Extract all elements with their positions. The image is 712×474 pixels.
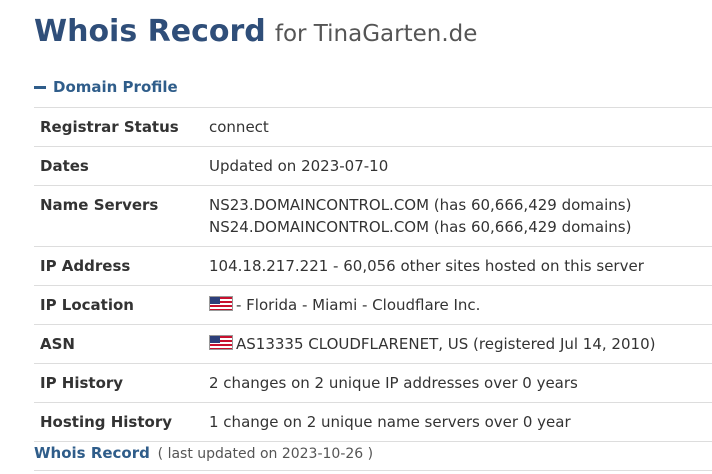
whois-record-updated: ( last updated on 2023-10-26 ) <box>157 446 374 462</box>
row-value: AS13335 CLOUDFLARENET, US (registered Ju… <box>203 324 712 364</box>
name-server-2[interactable]: NS24.DOMAINCONTROL.COM (has 60,666,429 d… <box>209 216 712 238</box>
domain-profile-label: Domain Profile <box>53 78 178 96</box>
ip-address-value[interactable]: 104.18.217.221 - 60,056 other sites host… <box>209 257 644 275</box>
row-label: Dates <box>34 146 203 186</box>
divider <box>34 470 712 471</box>
page-title-domain: for TinaGarten.de <box>274 21 478 47</box>
row-label: Name Servers <box>34 185 203 247</box>
row-value: 104.18.217.221 - 60,056 other sites host… <box>203 246 712 286</box>
us-flag-icon <box>209 335 233 350</box>
table-row: Dates Updated on 2023-07-10 <box>34 146 712 186</box>
name-server-1[interactable]: NS23.DOMAINCONTROL.COM (has 60,666,429 d… <box>209 194 712 216</box>
us-flag-icon <box>209 296 233 311</box>
asn-value: AS13335 CLOUDFLARENET, US (registered Ju… <box>236 335 656 353</box>
table-row: IP History 2 changes on 2 unique IP addr… <box>34 363 712 403</box>
domain-profile-table: Registrar Status connect Dates Updated o… <box>34 107 712 442</box>
hosting-history-value[interactable]: 1 change on 2 unique name servers over 0… <box>209 413 571 431</box>
domain-profile-toggle[interactable]: Domain Profile <box>34 78 178 96</box>
whois-record-header: Whois Record ( last updated on 2023-10-2… <box>34 444 373 462</box>
table-row: IP Location - Florida - Miami - Cloudfla… <box>34 285 712 325</box>
row-value: NS23.DOMAINCONTROL.COM (has 60,666,429 d… <box>203 185 712 247</box>
collapse-minus-icon <box>34 85 46 89</box>
ip-history-value[interactable]: 2 changes on 2 unique IP addresses over … <box>209 374 578 392</box>
row-value: - Florida - Miami - Cloudflare Inc. <box>203 285 712 325</box>
row-label: ASN <box>34 324 203 364</box>
row-value: 1 change on 2 unique name servers over 0… <box>203 402 712 442</box>
row-label: Hosting History <box>34 402 203 442</box>
table-row: Registrar Status connect <box>34 107 712 147</box>
whois-record-link[interactable]: Whois Record <box>34 444 150 462</box>
table-row: ASN AS13335 CLOUDFLARENET, US (registere… <box>34 324 712 364</box>
row-value: connect <box>203 107 712 147</box>
row-value: Updated on 2023-07-10 <box>203 146 712 186</box>
row-label: IP Address <box>34 246 203 286</box>
table-row: Name Servers NS23.DOMAINCONTROL.COM (has… <box>34 185 712 247</box>
row-label: IP History <box>34 363 203 403</box>
registrar-status-value: connect <box>209 118 269 136</box>
table-row: IP Address 104.18.217.221 - 60,056 other… <box>34 246 712 286</box>
page-title: Whois Record for TinaGarten.de <box>34 14 477 49</box>
row-value: 2 changes on 2 unique IP addresses over … <box>203 363 712 403</box>
dates-value: Updated on 2023-07-10 <box>209 157 389 175</box>
page-title-main: Whois Record <box>34 14 266 49</box>
row-label: Registrar Status <box>34 107 203 147</box>
row-label: IP Location <box>34 285 203 325</box>
table-row: Hosting History 1 change on 2 unique nam… <box>34 402 712 442</box>
ip-location-value: - Florida - Miami - Cloudflare Inc. <box>236 296 481 314</box>
